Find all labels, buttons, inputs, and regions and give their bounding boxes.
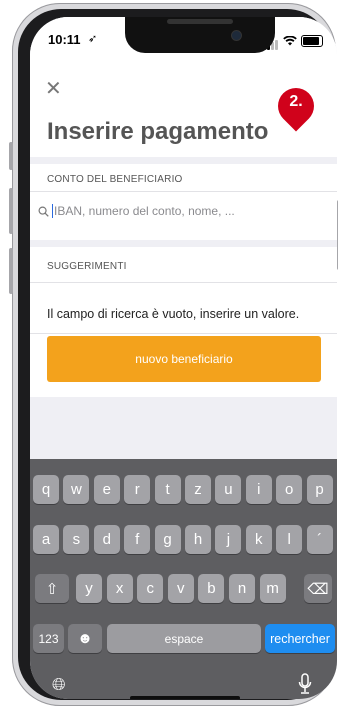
speaker-grille — [167, 19, 233, 24]
search-icon — [38, 206, 49, 217]
microphone-icon[interactable] — [298, 673, 312, 695]
new-beneficiary-button[interactable]: nuovo beneficiario — [47, 336, 321, 382]
key-b[interactable]: b — [198, 574, 225, 603]
page-title: Inserire pagamento — [47, 118, 269, 145]
step-badge-label: 2. — [289, 93, 303, 110]
key-m[interactable]: m — [259, 574, 286, 603]
space-key[interactable]: espace — [107, 624, 261, 653]
key-u[interactable]: u — [215, 475, 242, 504]
key-i[interactable]: i — [245, 475, 272, 504]
app-screen: 10:11 ➶ ✕ Inserire pagamento 2. CONTO DE… — [30, 17, 337, 699]
beneficiary-search[interactable] — [38, 204, 284, 218]
volume-up-button — [9, 188, 13, 234]
shift-key[interactable]: ⇧ — [35, 574, 69, 603]
key-k[interactable]: k — [245, 525, 272, 554]
suggestions-section-title: SUGGERIMENTI — [47, 261, 127, 272]
status-time: 10:11 — [48, 32, 81, 47]
divider — [30, 191, 337, 192]
key-j[interactable]: j — [215, 525, 242, 554]
key-w[interactable]: w — [63, 475, 90, 504]
home-indicator — [130, 696, 240, 699]
section-gap — [30, 240, 337, 247]
front-camera — [231, 30, 242, 41]
key-h[interactable]: h — [185, 525, 211, 554]
key-a[interactable]: a — [33, 525, 59, 554]
section-gap — [30, 157, 337, 164]
key-y[interactable]: y — [76, 574, 102, 603]
battery-icon — [301, 35, 323, 47]
wifi-icon — [283, 36, 297, 46]
divider — [30, 333, 337, 334]
text-cursor — [52, 204, 53, 218]
delete-key[interactable]: ⌫ — [304, 574, 332, 603]
notch — [125, 17, 275, 53]
key-o[interactable]: o — [276, 475, 303, 504]
key-c[interactable]: c — [137, 574, 164, 603]
key-q[interactable]: q — [33, 475, 59, 504]
key-s[interactable]: s — [63, 525, 90, 554]
search-input[interactable] — [54, 204, 284, 218]
numbers-key[interactable]: 123 — [33, 624, 64, 653]
key-acute[interactable]: ´ — [306, 525, 333, 554]
key-v[interactable]: v — [167, 574, 194, 603]
empty-search-message: Il campo di ricerca è vuoto, inserire un… — [47, 307, 300, 321]
search-return-key[interactable]: rechercher — [265, 624, 335, 653]
location-arrow-icon: ➶ — [88, 33, 98, 45]
key-e[interactable]: e — [93, 475, 120, 504]
globe-icon[interactable]: 🌐︎ — [52, 675, 66, 695]
on-screen-keyboard: qwertzuiop a s d f g h j k l ´ yxcvbnm ⇧ ⌫ 123 ☻ … — [30, 459, 337, 699]
key-n[interactable]: n — [229, 574, 255, 603]
beneficiary-section-title: CONTO DEL BENEFICIARIO — [47, 174, 183, 185]
key-p[interactable]: p — [306, 475, 333, 504]
emoji-key[interactable]: ☻ — [68, 624, 102, 653]
key-x[interactable]: x — [106, 574, 133, 603]
beneficiary-section: CONTO DEL BENEFICIARIO — [30, 164, 337, 240]
key-t[interactable]: t — [154, 475, 181, 504]
key-z[interactable]: z — [185, 475, 211, 504]
close-icon[interactable]: ✕ — [45, 79, 62, 99]
key-l[interactable]: l — [276, 525, 303, 554]
divider — [30, 282, 337, 283]
key-r[interactable]: r — [124, 475, 151, 504]
key-f[interactable]: f — [124, 525, 151, 554]
mute-switch — [9, 142, 13, 170]
volume-down-button — [9, 248, 13, 294]
key-g[interactable]: g — [154, 525, 181, 554]
key-d[interactable]: d — [93, 525, 120, 554]
